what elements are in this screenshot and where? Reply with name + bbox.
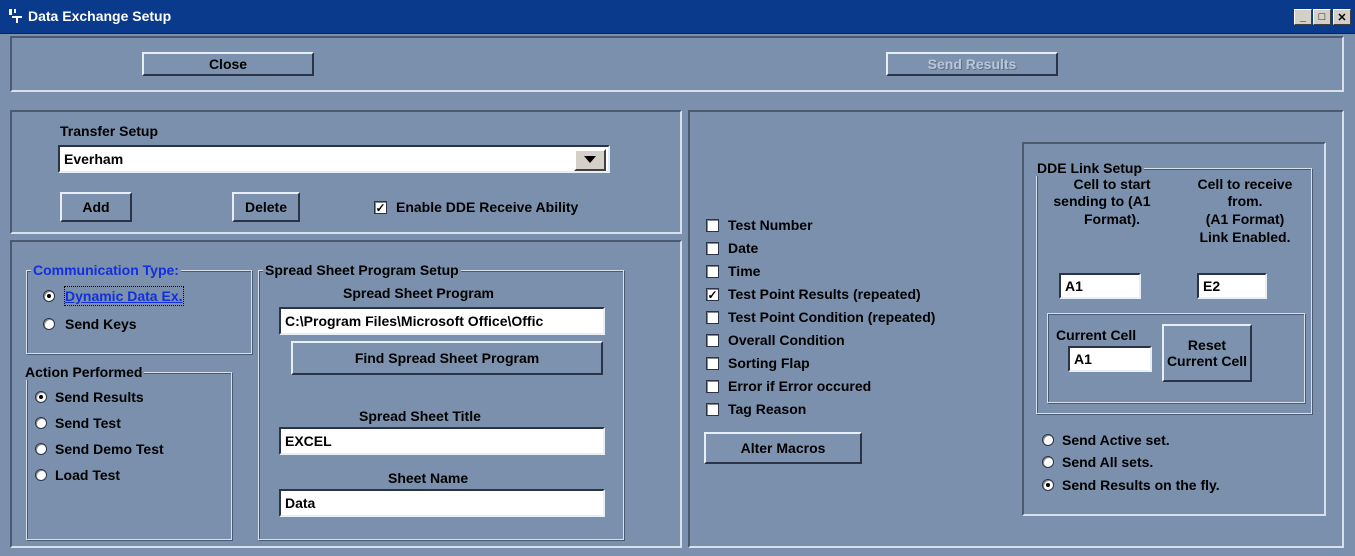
test-point-results-label: Test Point Results (repeated) [728,286,921,302]
action-performed-group: Action Performed Send Results Send Test … [23,364,232,540]
enable-dde-label: Enable DDE Receive Ability [396,199,579,215]
transfer-setup-value: Everham [64,151,124,167]
communication-panel: Communication Type: Dynamic Data Ex. Sen… [10,240,682,548]
sorting-flap-label: Sorting Flap [728,355,810,371]
send-results-on-the-fly-radio[interactable] [1042,479,1054,491]
dde-link-setup-legend: DDE Link Setup [1035,160,1145,176]
toolbar-panel: Close Send Results [10,36,1344,92]
recv-col-label-3: (A1 Format) [1205,211,1285,227]
send-demo-test-radio-label[interactable]: Send Demo Test [55,440,164,458]
send-results-button[interactable]: Send Results [886,52,1058,76]
current-cell-group: Current Cell A1 Reset Current Cell [1047,313,1305,403]
close-button[interactable]: Close [142,52,314,76]
chevron-down-icon[interactable] [574,149,606,171]
window-title: Data Exchange Setup [28,8,172,24]
sheet-name-input[interactable]: Data [279,489,605,517]
send-col-label-3: Format). [1084,211,1140,227]
reset-button-label-1: Reset [1187,337,1227,353]
recv-col-label-4: Link Enabled. [1199,229,1291,245]
test-point-results-checkbox[interactable]: ✓ [706,288,719,301]
minimize-icon[interactable]: _ [1294,9,1312,25]
transfer-setup-combo[interactable]: Everham [58,145,610,173]
current-cell-input[interactable]: A1 [1068,346,1152,372]
send-active-set-radio[interactable] [1042,434,1054,446]
test-point-condition-checkbox[interactable] [706,311,719,324]
test-number-label: Test Number [728,217,813,233]
send-test-radio-label[interactable]: Send Test [55,414,121,432]
overall-condition-label: Overall Condition [728,332,845,348]
send-demo-test-radio[interactable] [35,443,47,455]
title-bar: Data Exchange Setup _ □ ✕ [0,0,1355,34]
recv-col-label-2: from. [1227,193,1263,209]
time-checkbox[interactable] [706,265,719,278]
sorting-flap-checkbox[interactable] [706,357,719,370]
overall-condition-checkbox[interactable] [706,334,719,347]
send-test-radio[interactable] [35,417,47,429]
alter-macros-button[interactable]: Alter Macros [704,432,862,464]
output-options-panel: Test Number Date Time ✓ Test Point Resul… [688,110,1344,548]
communication-type-group: Communication Type: Dynamic Data Ex. Sen… [26,262,252,354]
dde-radio-label[interactable]: Dynamic Data Ex. [64,286,184,306]
spreadsheet-program-label: Spread Sheet Program [343,285,494,301]
find-spreadsheet-program-button[interactable]: Find Spread Sheet Program [291,341,603,375]
spreadsheet-setup-legend: Spread Sheet Program Setup [263,262,461,278]
add-button[interactable]: Add [60,192,132,222]
dde-link-setup-group: DDE Link Setup Cell to start sending to … [1035,160,1312,414]
send-results-radio-label[interactable]: Send Results [55,388,144,406]
recv-col-label-1: Cell to receive [1197,176,1293,192]
reset-current-cell-button[interactable]: Reset Current Cell [1162,324,1252,382]
test-point-condition-label: Test Point Condition (repeated) [728,309,936,325]
send-col-label-2: sending to (A1 [1053,193,1151,209]
current-cell-label: Current Cell [1056,327,1137,343]
send-cell-input[interactable]: A1 [1059,273,1141,299]
test-number-checkbox[interactable] [706,219,719,232]
send-active-set-label[interactable]: Send Active set. [1062,431,1170,449]
transfer-setup-panel: Transfer Setup Everham Add Delete ✓ Enab… [10,110,682,234]
transfer-setup-heading: Transfer Setup [60,123,159,139]
send-all-sets-label[interactable]: Send All sets. [1062,453,1153,471]
close-window-icon[interactable]: ✕ [1333,9,1351,25]
time-label: Time [728,263,761,279]
app-icon [9,9,22,23]
spreadsheet-title-input[interactable]: EXCEL [279,427,605,455]
action-performed-legend: Action Performed [23,364,145,380]
delete-button[interactable]: Delete [232,192,300,222]
send-keys-radio[interactable] [43,318,55,330]
error-occured-label: Error if Error occured [728,378,872,394]
tag-reason-checkbox[interactable] [706,403,719,416]
dde-radio[interactable] [43,290,55,302]
spreadsheet-program-input[interactable]: C:\Program Files\Microsoft Office\Offic [279,307,605,335]
sheet-name-label: Sheet Name [388,470,469,486]
reset-button-label-2: Current Cell [1166,353,1248,369]
receive-cell-input[interactable]: E2 [1197,273,1267,299]
maximize-icon[interactable]: □ [1313,9,1331,25]
send-results-radio[interactable] [35,391,47,403]
load-test-radio[interactable] [35,469,47,481]
dde-panel: DDE Link Setup Cell to start sending to … [1022,142,1326,516]
enable-dde-checkbox[interactable]: ✓ [374,201,387,214]
spreadsheet-setup-group: Spread Sheet Program Setup Spread Sheet … [258,262,624,540]
spreadsheet-title-label: Spread Sheet Title [359,408,481,424]
date-checkbox[interactable] [706,242,719,255]
load-test-radio-label[interactable]: Load Test [55,466,120,484]
send-keys-radio-label[interactable]: Send Keys [65,315,137,333]
send-results-on-the-fly-label[interactable]: Send Results on the fly. [1062,476,1220,494]
date-label: Date [728,240,759,256]
tag-reason-label: Tag Reason [728,401,807,417]
send-all-sets-radio[interactable] [1042,456,1054,468]
error-occured-checkbox[interactable] [706,380,719,393]
send-col-label-1: Cell to start [1073,176,1151,192]
communication-type-legend: Communication Type: [31,262,181,278]
